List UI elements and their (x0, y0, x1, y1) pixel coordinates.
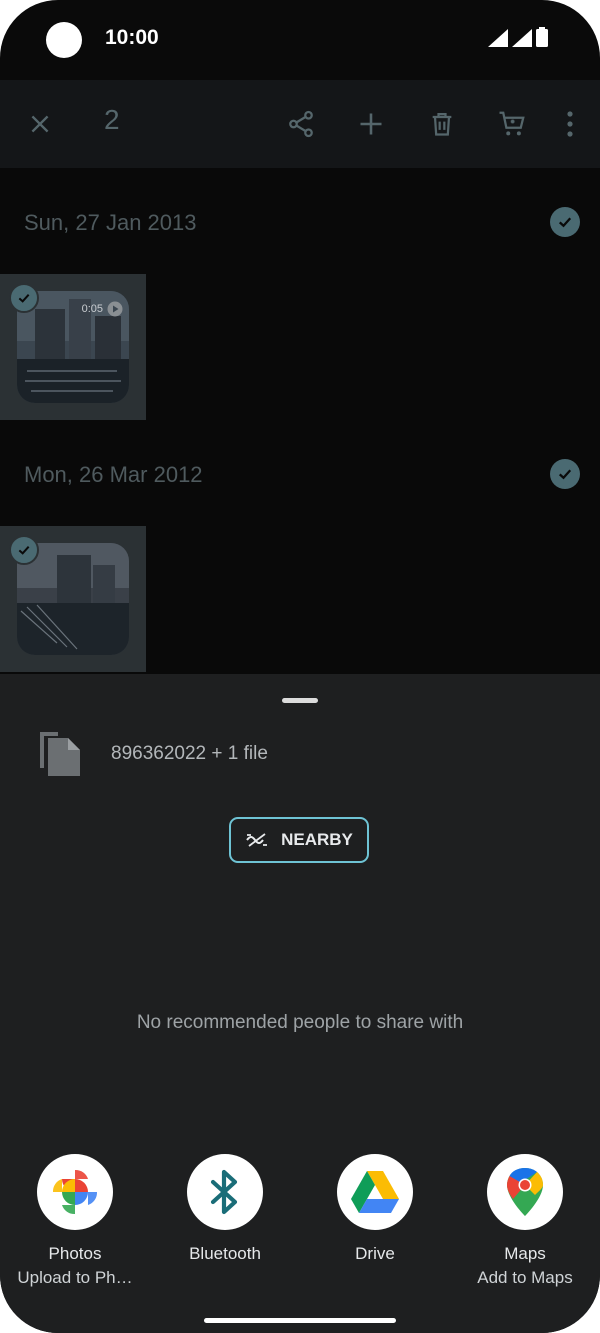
bluetooth-app-icon (187, 1154, 263, 1230)
video-duration: 0:05 (82, 301, 123, 317)
camera-cutout (46, 22, 82, 58)
selection-app-bar (0, 80, 600, 168)
date-header: Sun, 27 Jan 2013 (24, 210, 197, 235)
battery-icon (536, 27, 548, 47)
share-target-maps[interactable]: Maps Add to Maps (450, 1154, 600, 1288)
more-vert-icon[interactable] (550, 104, 590, 144)
app-name: Maps (504, 1244, 546, 1263)
cell-signal-icon (512, 29, 532, 47)
share-sheet: 896362022 + 1 file NEARBY No recommended… (0, 674, 600, 1333)
wifi-signal-icon (488, 29, 508, 47)
duration-text: 0:05 (81, 303, 103, 315)
photo-select-check[interactable] (9, 283, 39, 313)
photo-grid: Sun, 27 Jan 2013 0:05 Mon, 26 Mar 2012 (0, 168, 600, 674)
photos-app-icon (37, 1154, 113, 1230)
status-bar: 10:00 (0, 0, 600, 80)
group-select-check[interactable] (550, 207, 580, 237)
photo-thumbnail[interactable]: 0:05 (0, 274, 146, 420)
app-name: Photos (48, 1244, 102, 1263)
gesture-nav-handle[interactable] (204, 1318, 396, 1323)
share-file-label: 896362022 + 1 file (111, 743, 268, 764)
add-icon[interactable] (351, 104, 391, 144)
share-target-bluetooth[interactable]: Bluetooth (150, 1154, 300, 1268)
app-name: Bluetooth (189, 1244, 261, 1263)
app-name: Drive (355, 1244, 395, 1263)
status-time: 10:00 (105, 26, 159, 49)
delete-icon[interactable] (422, 104, 462, 144)
photo-select-check[interactable] (9, 535, 39, 565)
file-copy-icon (36, 728, 88, 780)
group-select-check[interactable] (550, 459, 580, 489)
photo-thumbnail[interactable] (0, 526, 146, 672)
app-subtitle: Add to Maps (477, 1268, 573, 1287)
cart-icon[interactable] (492, 104, 532, 144)
share-target-drive[interactable]: Drive (300, 1154, 450, 1268)
app-subtitle: Upload to Ph… (17, 1268, 133, 1287)
close-icon[interactable] (20, 104, 60, 144)
no-recommended-people-text: No recommended people to share with (136, 1012, 464, 1033)
selected-count: 2 (104, 104, 120, 135)
nearby-icon (246, 833, 268, 847)
system-icons (488, 27, 548, 47)
maps-app-icon (487, 1154, 563, 1230)
share-target-photos[interactable]: Photos Upload to Ph… (0, 1154, 150, 1288)
nearby-share-button[interactable]: NEARBY (229, 817, 369, 863)
drag-handle[interactable] (282, 698, 318, 703)
date-header: Mon, 26 Mar 2012 (24, 462, 203, 487)
play-icon (107, 301, 123, 317)
nearby-label: NEARBY (281, 830, 353, 849)
phone-screen: 10:00 2 Sun, 27 Jan 2013 0:05 Mon, 26 Ma… (0, 0, 600, 1333)
drive-app-icon (337, 1154, 413, 1230)
share-icon[interactable] (281, 104, 321, 144)
